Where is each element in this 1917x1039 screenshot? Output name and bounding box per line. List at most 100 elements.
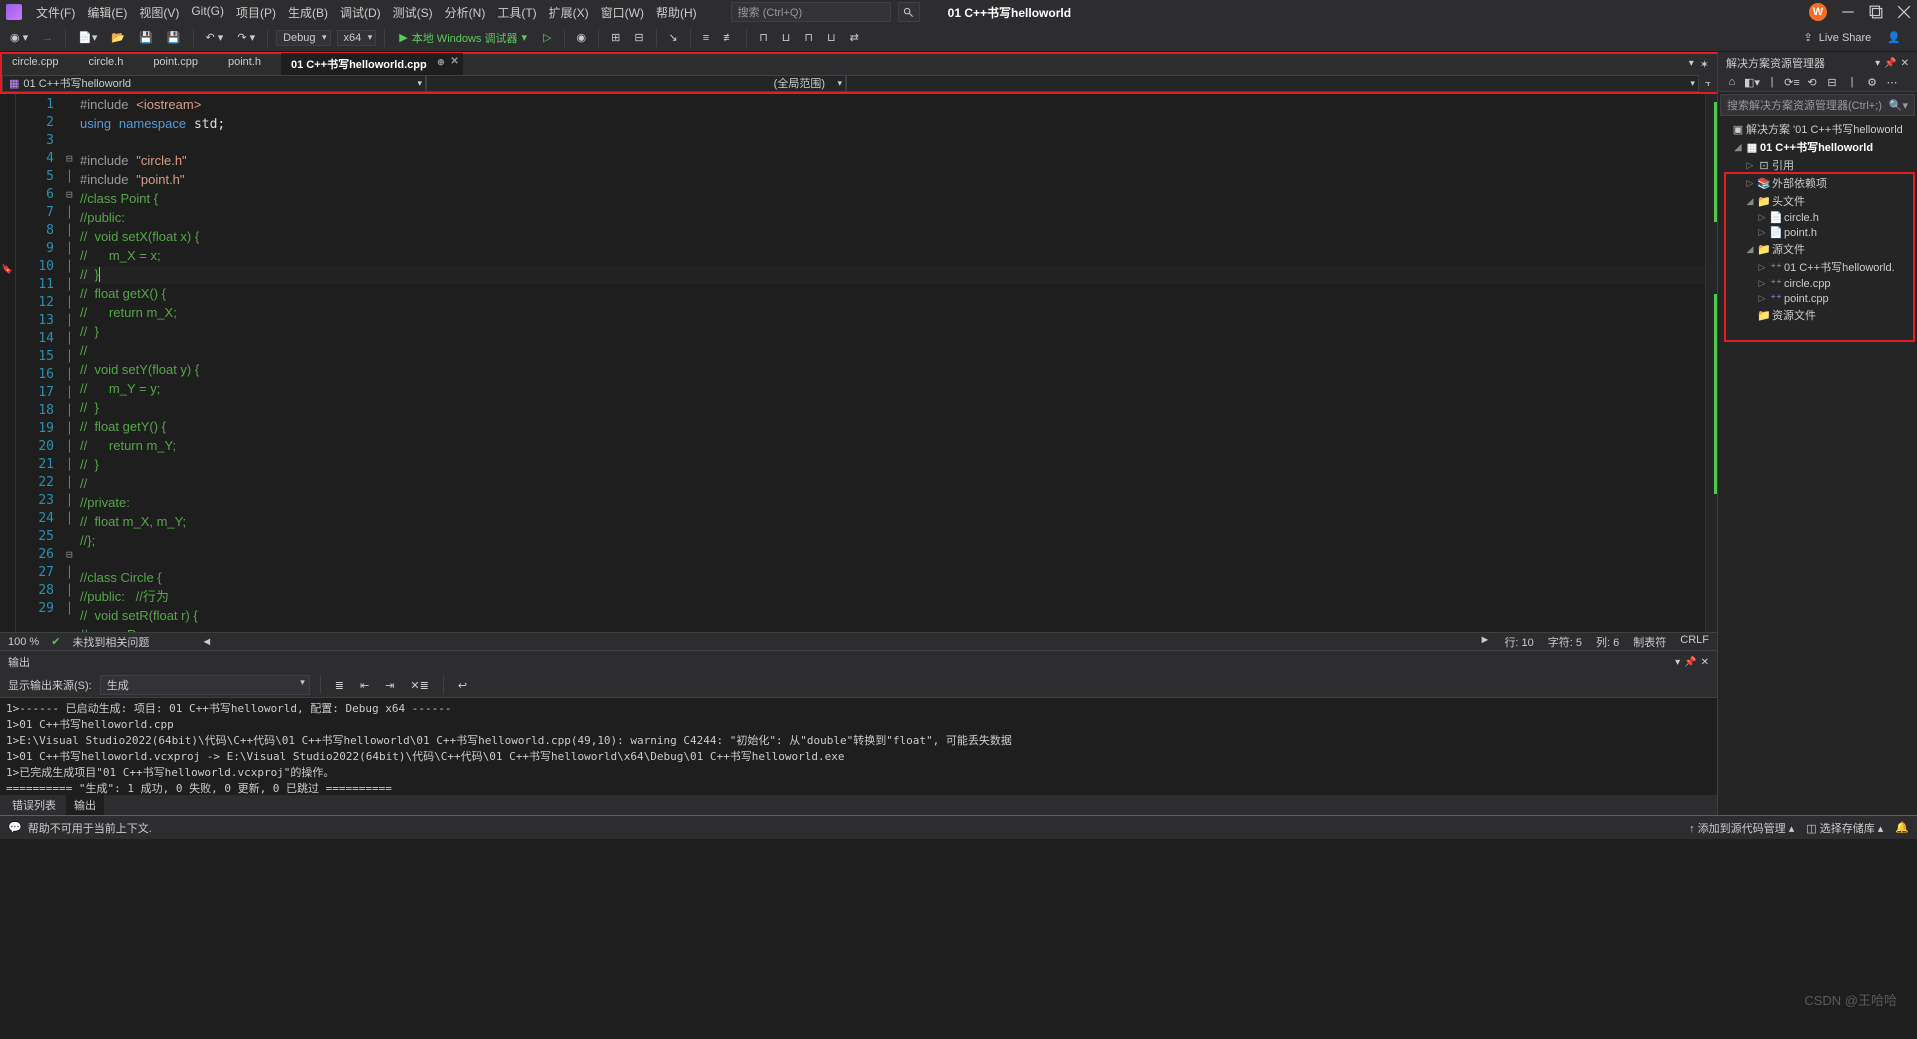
editor-tab[interactable]: circle.h bbox=[78, 53, 143, 75]
code-content[interactable]: #include <iostream> using namespace std;… bbox=[80, 94, 1705, 632]
tree-source-file[interactable]: ▷⁺⁺point.cpp bbox=[1718, 291, 1917, 306]
menu-item[interactable]: 窗口(W) bbox=[595, 2, 650, 23]
tree-solution-root[interactable]: ▣解决方案 '01 C++书写helloworld bbox=[1718, 120, 1917, 138]
search-button[interactable] bbox=[898, 2, 920, 22]
editor-tab[interactable]: 01 C++书写helloworld.cpp⊕✕ bbox=[281, 53, 463, 75]
split-icon[interactable]: ⫟ bbox=[1699, 78, 1717, 89]
se-more-icon[interactable]: ⋯ bbox=[1884, 76, 1900, 89]
nav-member-combo[interactable] bbox=[846, 75, 1699, 92]
minimize-icon[interactable] bbox=[1841, 5, 1855, 19]
se-close-icon[interactable]: ✕ bbox=[1901, 58, 1909, 69]
tb-icon-4[interactable]: ↘ bbox=[665, 29, 682, 46]
new-file-button[interactable]: 📄▾ bbox=[74, 29, 101, 46]
redo-button[interactable]: ↷ ▾ bbox=[233, 29, 259, 46]
eol-mode[interactable]: CRLF bbox=[1680, 634, 1709, 650]
notifications-icon[interactable]: 🔔 bbox=[1895, 821, 1909, 834]
repo-button[interactable]: ◫ 选择存储库 ▴ bbox=[1806, 820, 1883, 836]
output-goto-icon[interactable]: ≣ bbox=[331, 677, 348, 694]
menu-item[interactable]: 测试(S) bbox=[387, 2, 439, 23]
se-home-icon[interactable]: ⌂ bbox=[1724, 76, 1740, 89]
tree-header-file[interactable]: ▷📄circle.h bbox=[1718, 210, 1917, 225]
config-combo[interactable]: Debug bbox=[276, 30, 330, 46]
tb-icon-3[interactable]: ⊟ bbox=[630, 29, 647, 46]
output-clear-icon[interactable]: ✕≣ bbox=[406, 677, 432, 694]
se-refresh-icon[interactable]: ⟲ bbox=[1804, 76, 1820, 89]
platform-combo[interactable]: x64 bbox=[337, 30, 377, 46]
editor-tab[interactable]: point.cpp bbox=[143, 53, 218, 75]
start-debug-button[interactable]: ▶ 本地 Windows 调试器 ▾ bbox=[393, 28, 533, 48]
editor-tab[interactable]: circle.cpp bbox=[2, 53, 78, 75]
indent-mode[interactable]: 制表符 bbox=[1633, 634, 1666, 650]
fold-column[interactable]: ⊟ │ ⊟ │ │ │ │ │ │ │ │ │ │ │ │ │ │ │ │ │ … bbox=[66, 94, 80, 632]
tree-project[interactable]: ◢▦01 C++书写helloworld bbox=[1718, 138, 1917, 156]
output-next-icon[interactable]: ⇥ bbox=[381, 677, 398, 694]
tb-icon-8[interactable]: ⊔ bbox=[823, 29, 840, 46]
menu-item[interactable]: 编辑(E) bbox=[81, 2, 133, 23]
tree-references[interactable]: ▷⊡引用 bbox=[1718, 156, 1917, 174]
start-without-debug-button[interactable]: ▷ bbox=[539, 29, 555, 46]
global-search[interactable]: 搜索 (Ctrl+Q) bbox=[731, 2, 891, 22]
tb-icon-9[interactable]: ⇄ bbox=[846, 29, 863, 46]
tb-icon-7[interactable]: ⊓ bbox=[800, 29, 817, 46]
se-pin-icon[interactable]: 📌 bbox=[1884, 58, 1896, 69]
nav-project-combo[interactable]: ▦ 01 C++书写helloworld bbox=[2, 75, 426, 92]
se-views-icon[interactable]: ◧▾ bbox=[1744, 76, 1760, 89]
menu-item[interactable]: 视图(V) bbox=[133, 2, 185, 23]
open-file-button[interactable]: 📂 bbox=[107, 29, 129, 46]
maximize-icon[interactable] bbox=[1869, 5, 1883, 19]
menu-item[interactable]: 分析(N) bbox=[439, 2, 492, 23]
issues-icon[interactable]: ✔ bbox=[51, 635, 60, 648]
output-dropdown-icon[interactable]: ▾ bbox=[1675, 657, 1680, 668]
tree-source-file[interactable]: ▷⁺⁺circle.cpp bbox=[1718, 276, 1917, 291]
uncomment-button[interactable]: ≢ bbox=[719, 30, 738, 46]
output-wrap-icon[interactable]: ↩ bbox=[454, 677, 471, 694]
minimap-scrollbar[interactable] bbox=[1705, 94, 1717, 632]
output-source-combo[interactable]: 生成 bbox=[100, 675, 310, 695]
tree-external-deps[interactable]: ▷📚外部依赖项 bbox=[1718, 174, 1917, 192]
breakpoint-margin[interactable]: 🔖 bbox=[0, 94, 16, 632]
comment-button[interactable]: ≡ bbox=[699, 30, 713, 46]
save-button[interactable]: 💾 bbox=[135, 29, 157, 46]
hscroll-right[interactable]: ► bbox=[1480, 634, 1491, 650]
menu-item[interactable]: 扩展(X) bbox=[543, 2, 595, 23]
menu-item[interactable]: 工具(T) bbox=[491, 2, 542, 23]
close-icon[interactable] bbox=[1897, 5, 1911, 19]
menu-item[interactable]: Git(G) bbox=[185, 2, 230, 23]
vcs-button[interactable]: ↑ 添加到源代码管理 ▴ bbox=[1689, 820, 1794, 836]
tree-header-file[interactable]: ▷📄point.h bbox=[1718, 225, 1917, 240]
tb-icon-5[interactable]: ⊓ bbox=[755, 29, 772, 46]
output-pin-icon[interactable]: 📌 bbox=[1684, 657, 1696, 668]
menu-item[interactable]: 项目(P) bbox=[230, 2, 282, 23]
tabs-settings-icon[interactable]: ✶ bbox=[1700, 58, 1709, 71]
tb-icon-2[interactable]: ⊞ bbox=[607, 29, 624, 46]
output-close-icon[interactable]: ✕ bbox=[1701, 657, 1709, 668]
tb-icon-1[interactable]: ◉ bbox=[573, 29, 591, 46]
liveshare-button[interactable]: Live Share bbox=[1819, 32, 1872, 44]
se-collapse-icon[interactable]: ⊟ bbox=[1824, 76, 1840, 89]
tab-output[interactable]: 输出 bbox=[66, 795, 104, 815]
se-dropdown-icon[interactable]: ▾ bbox=[1875, 58, 1880, 69]
tab-error-list[interactable]: 错误列表 bbox=[4, 795, 64, 815]
se-sync-icon[interactable]: ⟳≡ bbox=[1784, 76, 1800, 89]
menu-item[interactable]: 文件(F) bbox=[30, 2, 81, 23]
tab-close-icon[interactable]: ✕ bbox=[450, 56, 458, 67]
se-search[interactable]: 搜索解决方案资源管理器(Ctrl+;) 🔍▾ bbox=[1720, 94, 1915, 116]
admin-icon[interactable]: 👤 bbox=[1887, 31, 1901, 44]
tb-icon-6[interactable]: ⊔ bbox=[778, 29, 795, 46]
save-all-button[interactable]: 💾 bbox=[163, 29, 185, 46]
hscroll-left[interactable]: ◄ bbox=[201, 636, 212, 648]
editor-tab[interactable]: point.h bbox=[218, 53, 281, 75]
tabs-dropdown-icon[interactable]: ▾ bbox=[1689, 58, 1694, 71]
nav-scope-combo[interactable]: (全局范围) bbox=[426, 75, 846, 92]
tree-source-file[interactable]: ▷⁺⁺01 C++书写helloworld. bbox=[1718, 258, 1917, 276]
se-filter-icon[interactable]: ⚙ bbox=[1864, 76, 1880, 89]
tree-header-folder[interactable]: ◢📁头文件 bbox=[1718, 192, 1917, 210]
nav-fwd-button[interactable]: → bbox=[38, 30, 57, 46]
tree-source-folder[interactable]: ◢📁源文件 bbox=[1718, 240, 1917, 258]
menu-item[interactable]: 调试(D) bbox=[334, 2, 387, 23]
tree-resource-folder[interactable]: 📁资源文件 bbox=[1718, 306, 1917, 324]
menu-item[interactable]: 生成(B) bbox=[282, 2, 334, 23]
menu-item[interactable]: 帮助(H) bbox=[650, 2, 703, 23]
nav-back-button[interactable]: ◉ ▾ bbox=[6, 29, 32, 46]
undo-button[interactable]: ↶ ▾ bbox=[202, 29, 228, 46]
